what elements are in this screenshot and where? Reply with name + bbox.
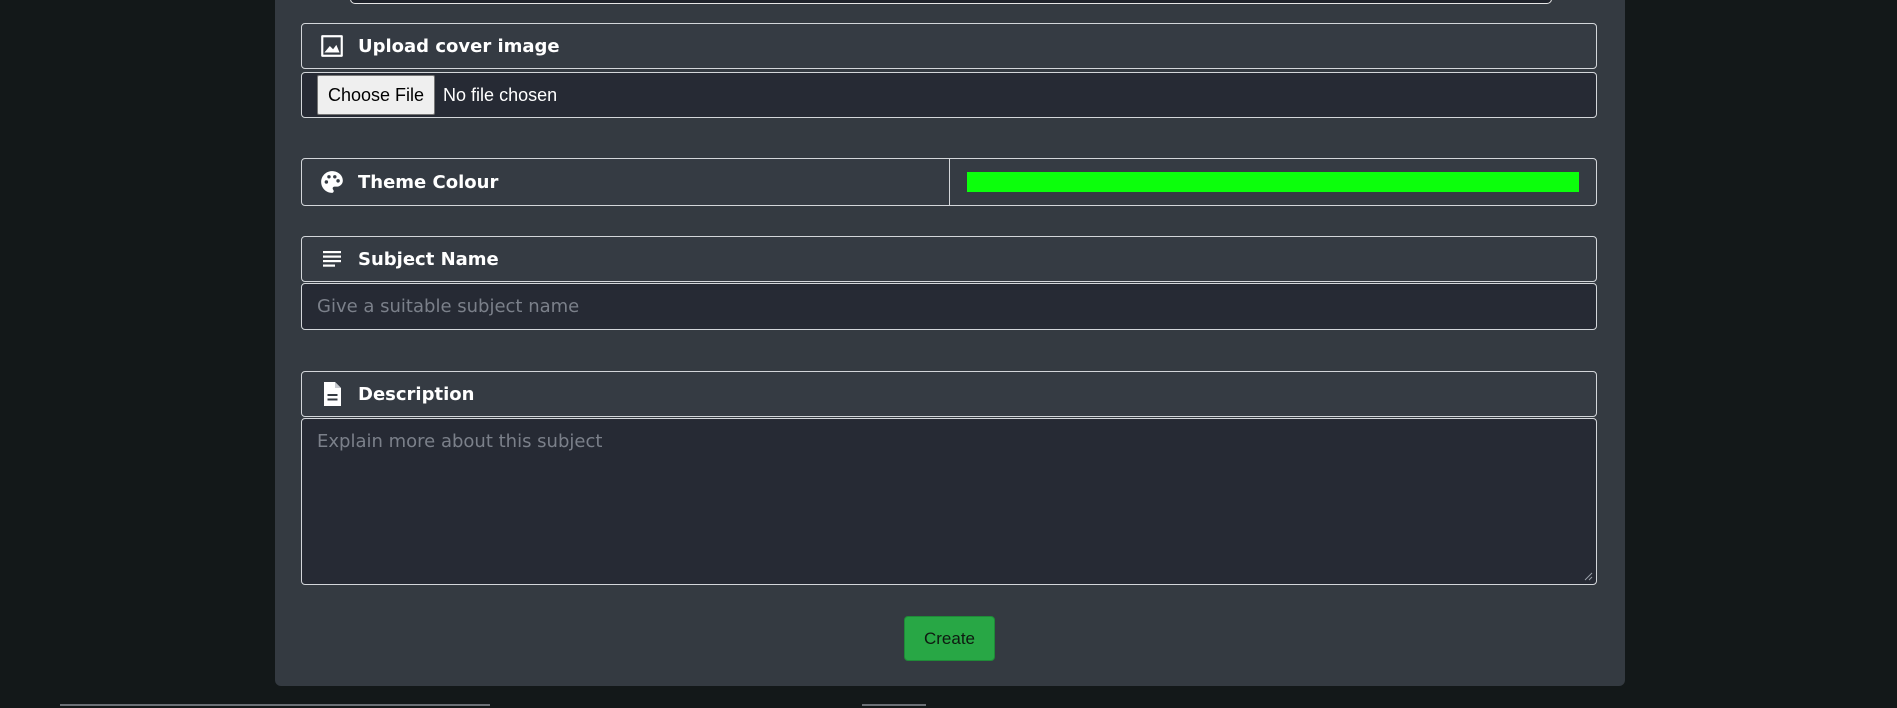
theme-colour-picker[interactable] (950, 159, 1596, 205)
file-status-text: No file chosen (443, 84, 558, 105)
palette-icon (318, 168, 346, 196)
footer-divider (60, 704, 490, 706)
image-icon (318, 32, 346, 60)
choose-file-button[interactable]: Choose File (317, 75, 436, 115)
lines-icon (318, 245, 346, 273)
cover-image-header: Upload cover image (301, 23, 1597, 69)
theme-colour-group: Theme Colour (301, 158, 1597, 206)
subject-name-label: Subject Name (358, 248, 499, 270)
create-button[interactable]: Create (904, 616, 995, 661)
theme-colour-label: Theme Colour (358, 171, 499, 193)
cover-image-file-input[interactable]: Choose File No file chosen (301, 72, 1597, 118)
description-label: Description (358, 383, 475, 405)
description-header: Description (301, 371, 1597, 417)
footer-divider (862, 704, 926, 706)
description-placeholder: Explain more about this subject (317, 431, 603, 452)
cover-image-label: Upload cover image (358, 35, 560, 57)
subject-name-input[interactable]: Give a suitable subject name (301, 283, 1597, 330)
resize-handle-icon[interactable] (1583, 571, 1593, 581)
subject-name-header: Subject Name (301, 236, 1597, 282)
theme-colour-header: Theme Colour (302, 159, 950, 205)
description-textarea[interactable]: Explain more about this subject (301, 418, 1597, 585)
theme-colour-swatch[interactable] (967, 172, 1579, 192)
previous-field[interactable] (350, 0, 1552, 4)
document-icon (318, 380, 346, 408)
